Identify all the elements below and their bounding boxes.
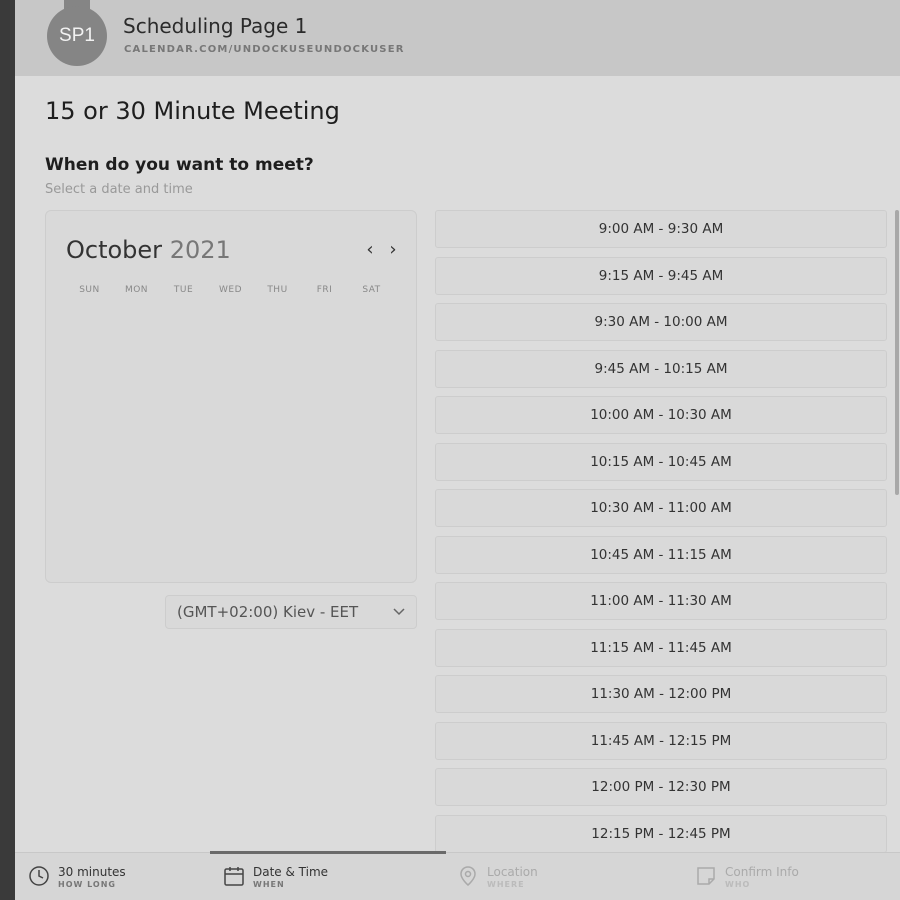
weekday-label: FRI	[316, 285, 333, 295]
timezone-select[interactable]: (GMT+02:00) Kiev - EET	[165, 595, 417, 629]
weekday-label: THU	[267, 285, 288, 295]
step-how-long[interactable]: 30 minutes HOW LONG	[28, 865, 126, 891]
step-label: Confirm Info	[725, 865, 799, 879]
time-slot-button[interactable]: 11:45 AM - 12:15 PM	[435, 721, 887, 760]
time-slot-button[interactable]: 10:00 AM - 10:30 AM	[435, 396, 887, 434]
time-slot-button[interactable]: 9:30 AM - 10:00 AM	[435, 303, 887, 341]
chevron-right-icon[interactable]: ›	[385, 239, 401, 260]
step-who[interactable]: Confirm Info WHO	[695, 865, 799, 891]
weekday-label: TUE	[173, 285, 194, 295]
page-title: Scheduling Page 1	[123, 14, 308, 38]
when-heading: When do you want to meet?	[45, 155, 314, 175]
time-slot-button[interactable]: 12:00 PM - 12:30 PM	[435, 768, 887, 806]
time-slot-button[interactable]: 10:15 AM - 10:45 AM	[435, 442, 887, 481]
time-slot-scrollbar[interactable]	[895, 210, 899, 495]
page-header: SP1 Scheduling Page 1 CALENDAR.COM/UNDOC…	[15, 0, 900, 76]
step-sublabel: WHERE	[487, 880, 525, 889]
time-slot-button[interactable]: 9:45 AM - 10:15 AM	[435, 349, 887, 388]
step-sublabel: WHEN	[253, 880, 285, 889]
step-sublabel: HOW LONG	[58, 880, 116, 889]
step-where[interactable]: Location WHERE	[457, 865, 538, 891]
time-slot-button[interactable]: 9:15 AM - 9:45 AM	[435, 256, 887, 295]
weekday-label: WED	[218, 285, 242, 295]
chevron-down-icon	[393, 608, 405, 616]
time-slot-button[interactable]: 10:45 AM - 11:15 AM	[435, 535, 887, 574]
location-pin-icon	[460, 866, 476, 886]
step-sublabel: WHO	[725, 880, 751, 889]
timezone-value: (GMT+02:00) Kiev - EET	[177, 603, 359, 621]
calendar-icon	[224, 867, 244, 886]
left-edge-strip	[0, 0, 15, 900]
step-progress-indicator	[210, 851, 446, 854]
page-url: CALENDAR.COM/UNDOCKUSEUNDOCKUSER	[124, 44, 405, 55]
time-slot-button[interactable]: 11:15 AM - 11:45 AM	[435, 628, 887, 667]
scheduling-app: SP1 Scheduling Page 1 CALENDAR.COM/UNDOC…	[15, 0, 900, 900]
weekday-label: SUN	[79, 285, 100, 295]
meeting-title: 15 or 30 Minute Meeting	[45, 97, 340, 125]
calendar-month: October	[66, 236, 163, 264]
clock-icon	[29, 866, 49, 886]
date-picker-calendar: October 2021 ‹ › SUN MON TUE WED THU FRI…	[45, 210, 417, 583]
note-icon	[697, 867, 715, 885]
chevron-left-icon[interactable]: ‹	[362, 239, 378, 260]
time-slot-list: 9:00 AM - 9:30 AM 9:15 AM - 9:45 AM 9:30…	[435, 210, 887, 861]
progress-footer: 30 minutes HOW LONG Date & Time WHEN Loc…	[15, 851, 900, 900]
time-slot-button[interactable]: 12:15 PM - 12:45 PM	[435, 814, 887, 853]
calendar-month-year: October 2021	[66, 236, 231, 264]
step-label: 30 minutes	[58, 865, 126, 879]
step-label: Location	[487, 865, 538, 879]
step-when[interactable]: Date & Time WHEN	[223, 865, 328, 891]
weekday-label: MON	[124, 285, 149, 295]
weekday-label: SAT	[362, 285, 381, 295]
calendar-year: 2021	[169, 236, 231, 264]
time-slot-button[interactable]: 11:30 AM - 12:00 PM	[435, 675, 887, 713]
weekday-header-row: SUN MON TUE WED THU FRI SAT	[66, 285, 395, 295]
time-slot-button[interactable]: 10:30 AM - 11:00 AM	[435, 489, 887, 527]
avatar: SP1	[47, 6, 107, 66]
time-slot-button[interactable]: 9:00 AM - 9:30 AM	[435, 210, 887, 248]
when-subheading: Select a date and time	[45, 182, 193, 197]
time-slot-button[interactable]: 11:00 AM - 11:30 AM	[435, 582, 887, 620]
step-label: Date & Time	[253, 865, 329, 879]
